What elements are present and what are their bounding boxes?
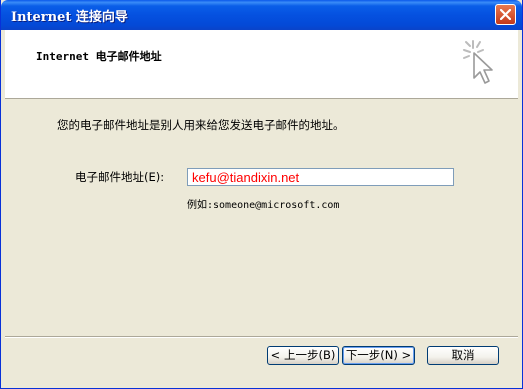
intro-text: 您的电子邮件地址是别人用来给您发送电子邮件的地址。 [57,118,345,132]
next-button[interactable]: 下一步(N) > [342,346,415,365]
wizard-cursor-icon [463,40,493,84]
window-title: Internet 连接向导 [11,10,128,25]
cancel-button[interactable]: 取消 [427,346,499,365]
wizard-header: Internet 电子邮件地址 [5,30,518,99]
title-bar[interactable]: Internet 连接向导 [1,0,522,30]
email-field[interactable] [187,168,454,186]
close-button[interactable] [495,4,516,25]
email-example: 例如:someone@microsoft.com [187,200,340,211]
wizard-dialog: Internet 连接向导 Internet 电子邮件地址 您的电子邮件地址是别… [0,0,523,389]
email-label: 电子邮件地址(E): [75,170,165,184]
back-button[interactable]: < 上一步(B) [267,346,339,365]
page-title: Internet 电子邮件地址 [36,50,162,63]
footer-divider [5,336,518,338]
close-icon [500,9,511,20]
